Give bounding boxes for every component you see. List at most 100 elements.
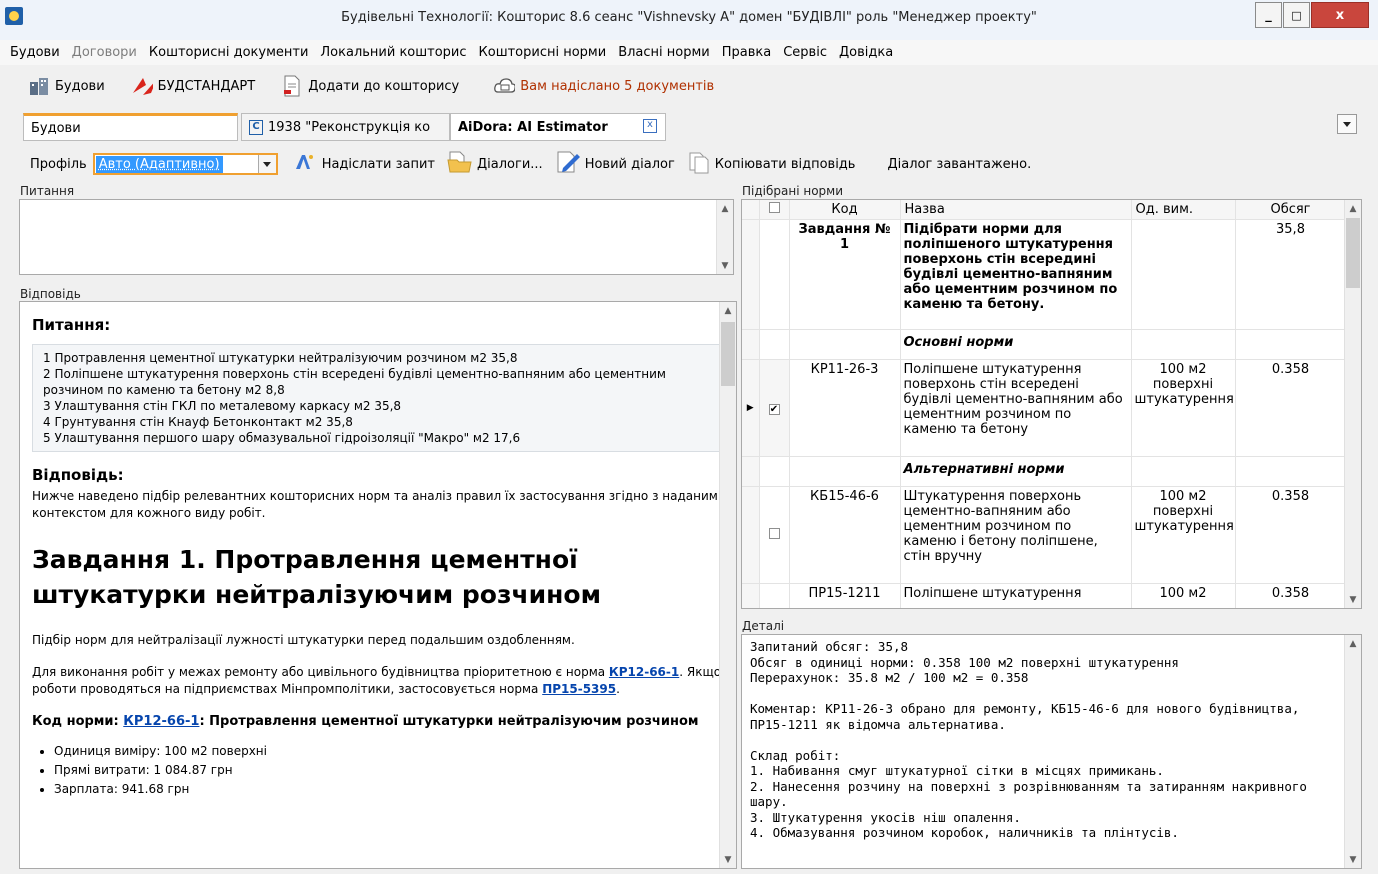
budstandart-label: БУДСТАНДАРТ <box>157 78 256 94</box>
new-dialog-button[interactable]: Новий діалог <box>555 150 675 178</box>
norm-volume: 0.358 <box>1235 583 1347 608</box>
new-dialog-label: Новий діалог <box>584 156 675 172</box>
norms-table-panel: Код Назва Од. вим. Обсяг Завдання № 1 Пі… <box>741 199 1362 609</box>
aidora-toolbar: Профіль Авто (Адаптивно) Надіслати запит… <box>0 149 1378 179</box>
scroll-down-icon[interactable]: ▼ <box>1345 851 1361 868</box>
dialogs-button[interactable]: Діалоги... <box>447 150 543 178</box>
add-to-estimate-label: Додати до кошторису <box>308 78 460 94</box>
answer-scrollbar[interactable]: ▲ ▼ <box>719 302 736 868</box>
tab-aidora[interactable]: AiDora: AI Estimator x <box>450 113 666 141</box>
details-section-label: Деталі <box>742 619 785 633</box>
scroll-down-icon[interactable]: ▼ <box>1345 591 1361 608</box>
norm-volume: 0.358 <box>1235 486 1347 584</box>
tab-estimate-label: 1938 "Реконструкція ко <box>268 119 431 135</box>
row-indicator-header <box>742 200 760 220</box>
scroll-thumb[interactable] <box>721 322 735 386</box>
question-input[interactable]: ▲ ▼ <box>19 199 734 275</box>
norm-details-list: Одиниця виміру: 100 м2 поверхні Прямі ви… <box>32 742 722 799</box>
norm-code-link[interactable]: КР12-66-1 <box>123 714 199 729</box>
norm-link-pr15-5395[interactable]: ПР15-5395 <box>542 682 616 696</box>
chevron-down-icon <box>257 155 276 173</box>
list-item: Зарплата: 941.68 грн <box>54 780 722 799</box>
sent-documents-label: Вам надіслано 5 документів <box>520 78 715 94</box>
menu-estimate-docs[interactable]: Кошторисні документи <box>143 45 315 60</box>
norm-unit: 100 м2 <box>1131 583 1236 608</box>
list-item: Одиниця виміру: 100 м2 поверхні <box>54 742 722 761</box>
tab-aidora-label: AiDora: AI Estimator <box>458 119 608 135</box>
scroll-up-icon[interactable]: ▲ <box>717 200 733 217</box>
select-all-checkbox[interactable] <box>768 202 780 213</box>
task-title: Завдання 1. Протравлення цементної штука… <box>32 545 602 609</box>
row-checkbox[interactable] <box>768 527 780 539</box>
norm-name: Поліпшене штукатурення <box>900 583 1132 608</box>
tab-estimate-1938[interactable]: C 1938 "Реконструкція ко <box>241 113 450 141</box>
menu-contracts[interactable]: Договори <box>66 45 143 60</box>
question-item: 3 Улаштування стін ГКЛ по металевому кар… <box>43 399 402 413</box>
minimize-button[interactable]: _ <box>1255 2 1282 28</box>
scroll-up-icon[interactable]: ▲ <box>720 302 736 319</box>
menu-own-norms[interactable]: Власні норми <box>612 45 716 60</box>
norm-code: КБ15-46-6 <box>789 486 901 584</box>
paragraph-text: Для виконання робіт у межах ремонту або … <box>32 665 609 679</box>
table-row[interactable]: ПР15-1211 Поліпшене штукатурення 100 м2 … <box>742 583 1347 608</box>
scroll-down-icon[interactable]: ▼ <box>720 851 736 868</box>
norm-code: КР11-26-3 <box>789 359 901 457</box>
details-line <box>750 686 1340 702</box>
scroll-up-icon[interactable]: ▲ <box>1345 200 1361 217</box>
column-header-unit[interactable]: Од. вим. <box>1131 200 1236 220</box>
document-tabs: Будови C 1938 "Реконструкція ко AiDora: … <box>0 111 1378 142</box>
table-row[interactable]: ▶ ✔ КР11-26-3 Поліпшене штукатурення пов… <box>742 359 1347 457</box>
document-add-icon <box>281 75 303 97</box>
profile-select[interactable]: Авто (Адаптивно) <box>92 153 278 175</box>
column-header-name[interactable]: Назва <box>900 200 1132 220</box>
task-description: Підбір норм для нейтралізації лужності ш… <box>32 633 575 647</box>
scroll-thumb[interactable] <box>1346 218 1360 288</box>
menu-local-estimate[interactable]: Локальний кошторис <box>314 45 472 60</box>
tab-buildings[interactable]: Будови <box>23 113 238 141</box>
menu-edit[interactable]: Правка <box>716 45 777 60</box>
column-header-code[interactable]: Код <box>789 200 901 220</box>
norm-link-kr12-66-1[interactable]: КР12-66-1 <box>609 665 679 679</box>
menu-estimate-norms[interactable]: Кошторисні норми <box>473 45 613 60</box>
tab-close-icon[interactable]: x <box>643 119 657 133</box>
add-to-estimate-button[interactable]: Додати до кошторису <box>281 75 459 97</box>
menu-buildings[interactable]: Будови <box>4 45 66 60</box>
answer-question-heading: Питання: <box>32 316 111 334</box>
task-row[interactable]: Завдання № 1 Підібрати норми для поліпше… <box>742 219 1347 330</box>
scroll-down-icon[interactable]: ▼ <box>717 257 733 274</box>
details-scrollbar[interactable]: ▲ ▼ <box>1344 635 1361 868</box>
folder-icon <box>447 150 473 178</box>
question-list: 1 Протравлення цементної штукатурки нейт… <box>32 344 722 452</box>
maximize-button[interactable]: □ <box>1283 2 1310 28</box>
toolbar: Будови БУДСТАНДАРТ Додати до кошторису В… <box>0 69 1378 103</box>
buildings-button[interactable]: Будови <box>28 75 105 97</box>
norms-scrollbar[interactable]: ▲ ▼ <box>1344 200 1361 608</box>
answer-heading: Відповідь: <box>32 466 124 484</box>
norm-code-label: Код норми: <box>32 714 124 729</box>
norm-unit: 100 м2 поверхні штукатурення <box>1131 359 1236 457</box>
sent-documents-button[interactable]: Вам надіслано 5 документів <box>493 75 714 97</box>
select-all-checkbox-cell[interactable] <box>759 200 790 220</box>
task-paragraph: Для виконання робіт у межах ремонту або … <box>32 664 722 698</box>
norm-name: Штукатурення поверхонь цементно-вапняним… <box>900 486 1132 584</box>
budstandart-button[interactable]: БУДСТАНДАРТ <box>131 75 256 97</box>
column-header-volume[interactable]: Обсяг <box>1235 200 1347 220</box>
close-button[interactable]: x <box>1311 2 1369 28</box>
question-scrollbar[interactable]: ▲ ▼ <box>716 200 733 274</box>
details-line: Перерахунок: 35.8 м2 / 100 м2 = 0.358 <box>750 670 1029 685</box>
chevron-down-icon <box>1343 121 1351 127</box>
scroll-up-icon[interactable]: ▲ <box>1345 635 1361 652</box>
answer-section-label: Відповідь <box>20 287 81 301</box>
row-checkbox[interactable]: ✔ <box>768 403 780 415</box>
question-item: 4 Грунтування стін Кнауф Бетонконтакт м2… <box>43 415 353 429</box>
estimate-doc-icon: C <box>249 119 263 135</box>
checkmark-icon: ✔ <box>769 403 779 415</box>
norms-table: Код Назва Од. вим. Обсяг Завдання № 1 Пі… <box>742 200 1347 608</box>
menu-help[interactable]: Довідка <box>833 45 899 60</box>
table-row[interactable]: КБ15-46-6 Штукатурення поверхонь цементн… <box>742 486 1347 584</box>
buildings-icon <box>28 75 50 97</box>
copy-answer-button[interactable]: Копіювати відповідь <box>687 150 855 178</box>
menu-service[interactable]: Сервіс <box>777 45 833 60</box>
tabs-dropdown-button[interactable] <box>1337 114 1357 134</box>
send-request-button[interactable]: Надіслати запит <box>294 153 435 175</box>
